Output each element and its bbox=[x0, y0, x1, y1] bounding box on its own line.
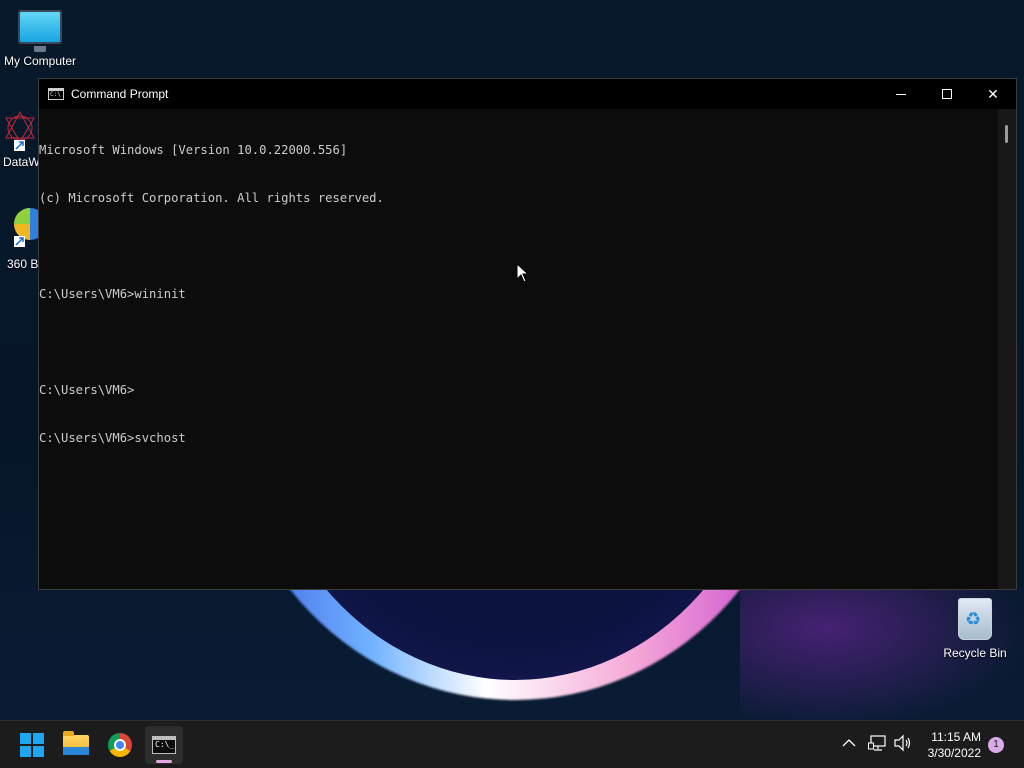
desktop-icon-label: DataW bbox=[3, 155, 40, 169]
taskbar-command-prompt[interactable]: C:\_ bbox=[145, 726, 183, 764]
active-app-indicator bbox=[156, 760, 172, 763]
close-icon: ✕ bbox=[987, 85, 999, 102]
chrome-icon bbox=[108, 733, 132, 757]
minimize-icon bbox=[896, 93, 906, 95]
maximize-button[interactable] bbox=[924, 79, 970, 109]
window-titlebar[interactable]: C:\ Command Prompt ✕ bbox=[39, 79, 1016, 109]
desktop-icon-dataw[interactable]: DataW bbox=[0, 108, 40, 172]
minimize-button[interactable] bbox=[878, 79, 924, 109]
console-line: C:\Users\VM6>svchost bbox=[39, 431, 186, 445]
console-line: C:\Users\VM6> bbox=[39, 383, 135, 397]
desktop-icon-label: 360 Br bbox=[7, 257, 40, 271]
show-hidden-icons-button[interactable] bbox=[842, 735, 856, 753]
taskbar-file-explorer[interactable] bbox=[57, 726, 95, 764]
cmd-icon: C:\ bbox=[48, 88, 64, 100]
notification-badge[interactable]: 1 bbox=[988, 737, 1004, 753]
windows-start-icon bbox=[20, 733, 44, 757]
clock-time: 11:15 AM bbox=[931, 730, 981, 744]
console-scrollbar[interactable] bbox=[998, 109, 1016, 589]
cmd-icon: C:\_ bbox=[152, 736, 176, 754]
recycle-symbol-icon: ♻ bbox=[965, 609, 982, 629]
volume-button[interactable] bbox=[893, 734, 913, 757]
console-output[interactable]: Microsoft Windows [Version 10.0.22000.55… bbox=[39, 109, 998, 589]
volume-icon bbox=[894, 734, 911, 752]
network-button[interactable] bbox=[868, 734, 888, 757]
desktop-icon-my-computer[interactable]: My Computer bbox=[0, 10, 80, 68]
taskbar-clock[interactable]: 11:15 AM 3/30/2022 bbox=[928, 729, 981, 761]
taskbar-chrome[interactable] bbox=[101, 726, 139, 764]
folder-icon bbox=[63, 731, 89, 755]
desktop-icon-label: Recycle Bin bbox=[943, 646, 1007, 660]
desktop-icon-360-browser[interactable]: 360 Br bbox=[0, 202, 40, 272]
mouse-cursor-icon bbox=[516, 263, 530, 283]
recycle-bin-icon: ♻ bbox=[958, 598, 992, 640]
command-prompt-window[interactable]: C:\ Command Prompt ✕ Microsoft Windows [… bbox=[38, 78, 1017, 590]
computer-icon bbox=[18, 10, 62, 52]
scrollbar-thumb[interactable] bbox=[1005, 125, 1008, 143]
start-button[interactable] bbox=[13, 726, 51, 764]
window-title: Command Prompt bbox=[71, 87, 169, 101]
datawrapper-icon bbox=[5, 110, 35, 151]
taskbar: C:\_ 11:15 AM 3/30/2022 1 bbox=[0, 720, 1024, 768]
desktop-icon-recycle-bin[interactable]: ♻ Recycle Bin bbox=[935, 598, 1015, 660]
chevron-up-icon bbox=[842, 739, 856, 747]
console-line: Microsoft Windows [Version 10.0.22000.55… bbox=[39, 143, 348, 157]
desktop-icon-label: My Computer bbox=[3, 54, 77, 68]
maximize-icon bbox=[942, 89, 952, 99]
network-icon bbox=[868, 735, 886, 751]
clock-date: 3/30/2022 bbox=[927, 746, 981, 760]
console-line: C:\Users\VM6>wininit bbox=[39, 287, 186, 301]
360-browser-icon bbox=[14, 208, 40, 247]
console-line: (c) Microsoft Corporation. All rights re… bbox=[39, 191, 384, 205]
close-button[interactable]: ✕ bbox=[970, 79, 1016, 109]
